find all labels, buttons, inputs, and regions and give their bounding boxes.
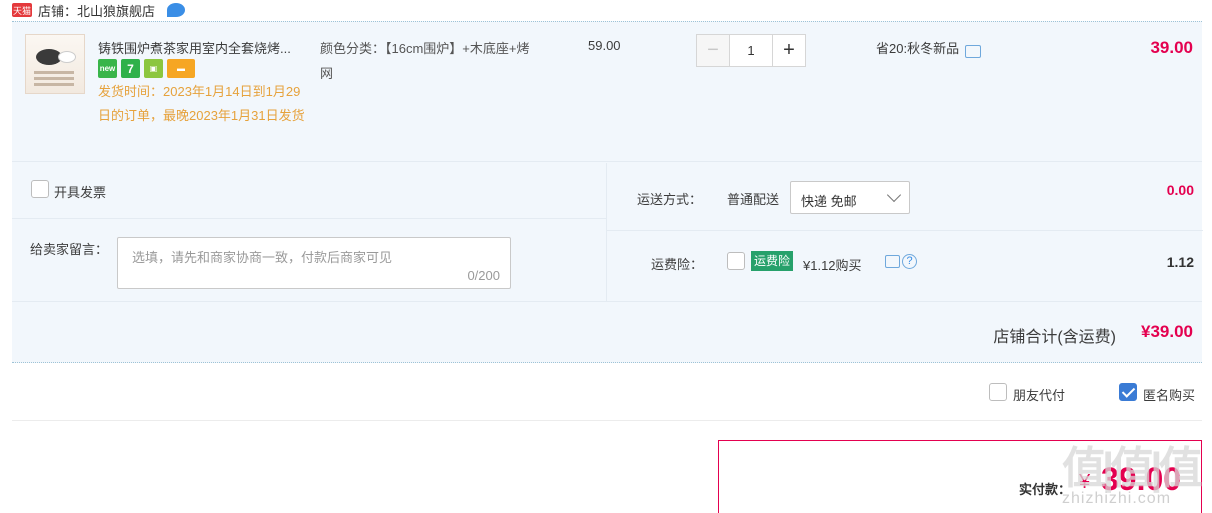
tmall-badge: 天猫 [12,3,32,17]
shipping-select[interactable]: 快递 免邮 [790,181,910,214]
ship-time-notice: 发货时间：2023年1月14日到1月29日的订单，最晚2023年1月31日发货 [98,84,305,123]
insurance-label: 运费险： [651,257,704,272]
shop-name[interactable]: 店铺：北山狼旗舰店 [38,1,155,20]
decrease-quantity-button[interactable]: − [696,34,729,67]
quantity-stepper: − 1 + [696,34,806,67]
promo: 省20:秋冬新品 [876,38,982,58]
invoice-label[interactable]: 开具发票 [54,182,106,201]
watermark: 值|值|值 zhizhizhi.com [1062,432,1203,508]
shipping-fee: 0.00 [1166,182,1194,198]
item-subtotal: 39.00 [1150,38,1193,57]
item-spec: 颜色分类：【16cm围炉】+木底座+烤网 [320,41,530,81]
friend-pay-label[interactable]: 朋友代付 [1013,385,1065,404]
shop-total-row: 店铺合计(含运费) ¥39.00 [12,301,1202,363]
friend-pay-checkbox[interactable] [989,383,1007,401]
promo-text: 省20:秋冬新品 [876,41,960,56]
seller-message-input[interactable]: 选填，请先和商家协商一致，付款后商家可见 0/200 [117,237,511,289]
right-panel: 运送方式： 普通配送 快递 免邮 0.00 运费险： 运费险 ¥1.12购买 ?… [606,163,1203,301]
insurance-checkbox[interactable] [727,252,745,270]
invoice-checkbox[interactable] [31,180,49,198]
help-icon[interactable]: ? [902,254,917,269]
bag-icon[interactable]: ▣ [144,59,163,78]
insurance-fee: 1.12 [1166,254,1194,270]
plate-graphic [58,51,76,63]
chevron-down-icon [886,187,902,203]
insurance-badge: 运费险 [751,251,794,271]
insurance-price: ¥1.12购买 [803,258,862,273]
shipping-select-value: 快递 免邮 [801,194,857,209]
seven-day-icon[interactable]: 7 [121,59,140,78]
pay-options: 朋友代付 匿名购买 [12,364,1202,421]
product-thumbnail[interactable] [25,34,85,94]
shipping-label: 运送方式： [637,192,703,207]
quantity-input[interactable]: 1 [729,34,773,67]
item-row: 铸铁围炉煮茶家用室内全套烧烤... new 7 ▣ ▬ 发货时间：2023年1月… [12,22,1202,162]
left-panel: 开具发票 给卖家留言： 选填，请先和商家协商一致，付款后商家可见 0/200 [12,163,606,301]
shop-total-label: 店铺合计(含运费) [993,329,1116,346]
seller-message-placeholder: 选填，请先和商家协商一致，付款后商家可见 [132,250,393,265]
unit-price: 59.00 [588,38,621,53]
shipping-row: 运送方式： 普通配送 快递 免邮 0.00 [607,163,1203,231]
shipping-method: 普通配送 [727,192,780,207]
increase-quantity-button[interactable]: + [773,34,806,67]
invoice-row: 开具发票 [12,163,606,219]
insurance-row: 运费险： 运费险 ¥1.12购买 ? 1.12 [607,232,1203,301]
service-icons: new 7 ▣ ▬ [98,59,195,78]
thumbnail-text-lines [34,71,74,74]
card-icon[interactable]: ▬ [167,59,195,78]
watermark-logo: 值|值|值 [1062,444,1203,493]
seller-message-label: 给卖家留言： [30,242,109,257]
shop-header: 天猫 店铺：北山狼旗舰店 [12,0,186,20]
shop-total-value: ¥39.00 [1141,322,1193,341]
message-icon[interactable] [885,255,900,268]
anonymous-checkbox[interactable] [1119,383,1137,401]
order-box: 铸铁围炉煮茶家用室内全套烧烤... new 7 ▣ ▬ 发货时间：2023年1月… [12,21,1203,363]
chat-icon[interactable] [167,3,186,17]
message-icon[interactable] [965,45,982,58]
seller-message-count: 0/200 [467,268,500,283]
anonymous-label[interactable]: 匿名购买 [1143,385,1195,404]
item-title[interactable]: 铸铁围炉煮茶家用室内全套烧烤... [98,38,318,57]
new-icon[interactable]: new [98,59,117,78]
